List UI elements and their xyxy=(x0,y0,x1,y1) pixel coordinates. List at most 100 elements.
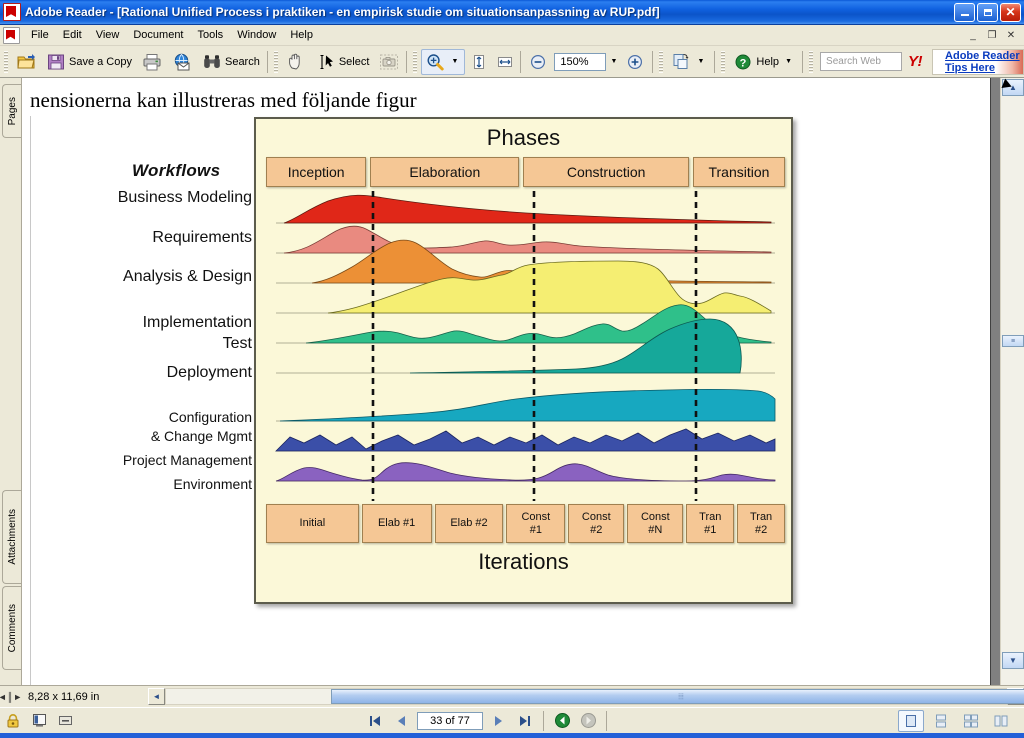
hscroll-left-button[interactable]: ◄ xyxy=(148,688,165,705)
restore-button[interactable] xyxy=(977,2,998,22)
rotate-dropdown-arrow[interactable]: ▼ xyxy=(694,53,707,71)
page-body-text: nensionerna kan illustreras med följande… xyxy=(30,88,417,112)
toolbar-grip-zoom[interactable] xyxy=(413,50,418,73)
navigation-rail: Pages Attachments Comments xyxy=(0,78,22,685)
close-button[interactable]: ✕ xyxy=(1000,2,1021,22)
mdi-minimize-button[interactable]: _ xyxy=(964,26,982,44)
iteration-elab-1[interactable]: Elab #1 xyxy=(361,504,432,543)
sidebar-tab-comments[interactable]: Comments xyxy=(2,586,21,670)
facing-pages-icon xyxy=(994,715,1008,726)
phase-construction[interactable]: Construction xyxy=(523,157,689,187)
zoom-out-button[interactable] xyxy=(524,49,552,75)
zoom-level-dropdown-arrow[interactable]: ▼ xyxy=(607,53,620,71)
iteration-const-1[interactable]: Const #1 xyxy=(506,504,566,543)
save-a-copy-label: Save a Copy xyxy=(69,55,132,68)
collapse-toolbar-icon xyxy=(58,716,72,725)
horizontal-scroll-track[interactable]: ⦙⦙⦙ xyxy=(165,688,1024,705)
last-page-button[interactable] xyxy=(513,710,537,732)
iteration-tran-2[interactable]: Tran #2 xyxy=(737,504,785,543)
menu-bar: File Edit View Document Tools Window Hel… xyxy=(0,25,1024,46)
zoom-in-button[interactable] xyxy=(621,49,649,75)
iteration-tran-2-label: Tran #2 xyxy=(749,511,773,536)
toolbar-grip-basic[interactable] xyxy=(273,50,278,73)
adobe-tips-link[interactable]: Adobe Reader Tips Here xyxy=(945,50,1023,74)
yahoo-logo[interactable]: Y! xyxy=(908,53,923,70)
phase-transition-label: Transition xyxy=(708,164,770,180)
sidebar-tab-attachments[interactable]: Attachments xyxy=(2,490,21,584)
horizontal-scroll-thumb[interactable]: ⦙⦙⦙ xyxy=(331,689,1024,704)
svg-text:?: ? xyxy=(740,57,747,69)
single-page-view-button[interactable] xyxy=(898,709,924,732)
rotate-view-button[interactable]: ▼ xyxy=(667,49,711,75)
hand-tool-button[interactable] xyxy=(282,49,310,75)
document-viewport[interactable]: nensionerna kan illustreras med följande… xyxy=(22,78,1000,685)
adobe-tips-banner[interactable]: Adobe Reader Tips Here xyxy=(932,48,1024,75)
scroll-down-button[interactable]: ▼ xyxy=(1002,652,1024,669)
first-page-button[interactable] xyxy=(363,710,387,732)
iteration-elab-2[interactable]: Elab #2 xyxy=(434,504,504,543)
show-hide-navpanel-button[interactable] xyxy=(27,710,51,732)
save-a-copy-button[interactable]: Save a Copy xyxy=(42,49,136,75)
iteration-const-2[interactable]: Const #2 xyxy=(568,504,625,543)
sidebar-tab-pages[interactable]: Pages xyxy=(2,84,21,138)
next-page-button[interactable] xyxy=(487,710,511,732)
toolbar-grip-rotate[interactable] xyxy=(659,50,664,73)
continuous-facing-view-button[interactable] xyxy=(958,710,984,732)
previous-page-button[interactable] xyxy=(389,710,413,732)
print-button[interactable] xyxy=(138,49,166,75)
help-dropdown-arrow[interactable]: ▼ xyxy=(782,53,795,71)
search-button[interactable]: Search xyxy=(198,49,264,75)
previous-view-button[interactable] xyxy=(550,710,574,732)
search-web-input[interactable]: Search Web xyxy=(820,52,903,71)
facing-view-button[interactable] xyxy=(988,710,1014,732)
sidebar-tab-pages-label: Pages xyxy=(6,96,18,126)
toggle-toolbar-button[interactable] xyxy=(53,710,77,732)
menu-document[interactable]: Document xyxy=(126,27,190,43)
page-size-and-hscroll-row: ◄║► 8,28 x 11,69 in ◄ ⦙⦙⦙ ► xyxy=(0,685,1024,707)
zoom-level-input[interactable]: 150% xyxy=(554,52,607,71)
iteration-const-n[interactable]: Const #N xyxy=(627,504,684,543)
workflow-label-business-modeling: Business Modeling xyxy=(117,189,252,206)
phases-row: Inception Elaboration Construction Trans… xyxy=(266,157,785,187)
toolbar-grip-searchweb[interactable] xyxy=(809,50,814,73)
menu-view[interactable]: View xyxy=(89,27,127,43)
open-button[interactable] xyxy=(12,49,40,75)
continuous-view-button[interactable] xyxy=(928,710,954,732)
workflow-label-project-management: Project Management xyxy=(122,452,252,468)
iteration-initial[interactable]: Initial xyxy=(266,504,359,543)
minimize-button[interactable] xyxy=(954,2,975,22)
page-number-input[interactable]: 33 of 77 xyxy=(417,711,483,730)
menu-tools[interactable]: Tools xyxy=(191,27,231,43)
toolbar-grip-help[interactable] xyxy=(721,50,726,73)
menu-file[interactable]: File xyxy=(24,27,56,43)
menu-edit[interactable]: Edit xyxy=(56,27,89,43)
mdi-close-button[interactable]: ✕ xyxy=(1002,26,1020,44)
snapshot-camera-icon xyxy=(380,54,399,69)
zoom-in-tool-button[interactable]: ▼ xyxy=(421,48,466,75)
help-question-icon: ? xyxy=(735,54,751,69)
iterations-title: Iterations xyxy=(478,549,569,574)
iteration-tran-1[interactable]: Tran #1 xyxy=(686,504,735,543)
phase-elaboration[interactable]: Elaboration xyxy=(370,157,520,187)
security-lock-icon[interactable] xyxy=(0,713,26,729)
phase-transition[interactable]: Transition xyxy=(692,157,785,187)
email-button[interactable] xyxy=(168,49,196,75)
menu-window[interactable]: Window xyxy=(230,27,283,43)
menu-help[interactable]: Help xyxy=(283,27,320,43)
toolbar-grip-file[interactable] xyxy=(4,50,8,73)
zoom-tool-dropdown-arrow[interactable]: ▼ xyxy=(448,53,461,71)
zoom-in-icon xyxy=(628,54,643,69)
phase-inception[interactable]: Inception xyxy=(266,157,367,187)
help-button[interactable]: ? Help ▼ xyxy=(729,49,799,75)
vertical-scroll-thumb[interactable]: ≡ xyxy=(1002,335,1024,347)
continuous-facing-icon xyxy=(964,714,978,727)
iteration-elab-2-label: Elab #2 xyxy=(450,517,488,530)
select-tool-button[interactable]: Select xyxy=(312,49,374,75)
vertical-scrollbar[interactable]: ▲ ≡ ▼ xyxy=(1000,78,1024,685)
fit-page-button[interactable] xyxy=(467,49,491,75)
next-view-button[interactable] xyxy=(576,710,600,732)
split-handle-icon[interactable]: ◄║► xyxy=(0,692,22,702)
fit-width-button[interactable] xyxy=(493,49,517,75)
snapshot-tool-button[interactable] xyxy=(375,49,403,75)
mdi-restore-button[interactable]: ❐ xyxy=(983,26,1001,44)
